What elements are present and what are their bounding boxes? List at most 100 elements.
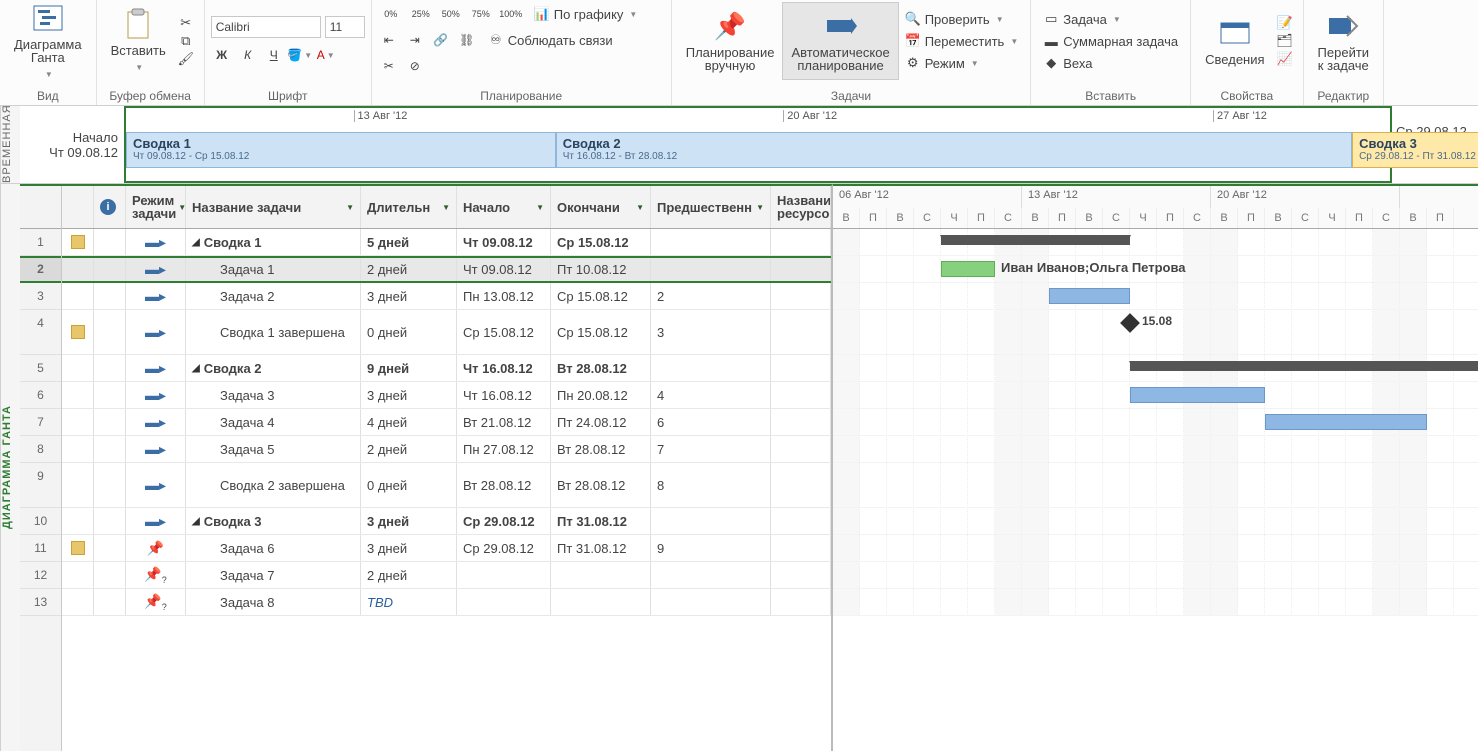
col-duration[interactable]: Длительн▼ <box>361 186 457 228</box>
row-number[interactable]: 4 <box>20 310 61 355</box>
row-number[interactable]: 3 <box>20 283 61 310</box>
format-painter-icon[interactable]: 🖌 <box>178 51 194 67</box>
bold-button[interactable]: Ж <box>211 44 233 66</box>
task-table[interactable]: i Режим задачи▼ Название задачи▼ Длитель… <box>62 186 831 751</box>
auto-mode-icon: ▬▸ <box>145 360 166 377</box>
split-button[interactable]: ✂ <box>378 55 400 77</box>
col-start[interactable]: Начало▼ <box>457 186 551 228</box>
table-row[interactable]: ▬▸Задача 23 днейПн 13.08.12Ср 15.08.122 <box>62 283 831 310</box>
pct-100-button[interactable]: 100% <box>498 3 524 25</box>
italic-button[interactable]: К <box>237 44 259 66</box>
pct-0-button[interactable]: 0% <box>378 3 404 25</box>
font-family-select[interactable] <box>211 16 321 38</box>
col-finish[interactable]: Окончани▼ <box>551 186 651 228</box>
gantt-body[interactable]: Иван Иванов;Ольга Петрова 15.08 <box>833 229 1478 616</box>
row-number[interactable]: 12 <box>20 562 61 589</box>
table-row[interactable]: ▬▸Сводка 2 завершена0 днейВт 28.08.12Вт … <box>62 463 831 508</box>
group-clipboard-title: Буфер обмена <box>103 87 198 105</box>
gantt-row[interactable] <box>833 382 1478 409</box>
paste-button[interactable]: Вставить▼ <box>103 2 174 80</box>
unlink-button[interactable]: ⛓ <box>456 29 478 51</box>
gantt-row[interactable] <box>833 562 1478 589</box>
gantt-row[interactable] <box>833 355 1478 382</box>
details-icon[interactable]: 🗂 <box>1277 33 1293 49</box>
main-area: ДИАГРАММА ГАНТА 12345678910111213 i Режи… <box>0 184 1478 751</box>
table-row[interactable]: ▬▸◢Сводка 33 днейСр 29.08.12Пт 31.08.12 <box>62 508 831 535</box>
row-number[interactable]: 9 <box>20 463 61 508</box>
gantt-chart-button[interactable]: Диаграмма Ганта▼ <box>6 2 90 80</box>
pct-75-button[interactable]: 75% <box>468 3 494 25</box>
gantt-row[interactable] <box>833 436 1478 463</box>
underline-button[interactable]: Ч <box>263 44 285 66</box>
table-row[interactable]: 📌?Задача 72 дней <box>62 562 831 589</box>
inactive-button[interactable]: ⊘ <box>404 55 426 77</box>
row-number[interactable]: 13 <box>20 589 61 616</box>
timeline-bar[interactable]: Сводка 1Чт 09.08.12 - Ср 15.08.12 <box>126 132 556 168</box>
row-number[interactable]: 7 <box>20 409 61 436</box>
gantt-row[interactable] <box>833 229 1478 256</box>
outdent-button[interactable]: ⇤ <box>378 29 400 51</box>
respect-links-button[interactable]: ♾Соблюдать связи <box>482 29 619 51</box>
col-name[interactable]: Название задачи▼ <box>186 186 361 228</box>
fill-color-button[interactable]: 🪣▼ <box>289 44 311 66</box>
col-resources[interactable]: Названи ресурсо <box>771 186 831 228</box>
link-button[interactable]: 🔗 <box>430 29 452 51</box>
summary-bar[interactable] <box>941 235 1130 245</box>
table-row[interactable]: ▬▸Задача 33 днейЧт 16.08.12Пн 20.08.124 <box>62 382 831 409</box>
timeline-bar[interactable]: Сводка 2Чт 16.08.12 - Вт 28.08.12 <box>556 132 1352 168</box>
milestone-marker[interactable] <box>1120 313 1140 333</box>
on-track-button: 📊По графику▼ <box>528 3 644 25</box>
information-button[interactable]: Сведения <box>1197 2 1272 80</box>
table-row[interactable]: ▬▸◢Сводка 29 днейЧт 16.08.12Вт 28.08.12 <box>62 355 831 382</box>
row-number[interactable]: 5 <box>20 355 61 382</box>
row-number[interactable]: 8 <box>20 436 61 463</box>
gantt-row[interactable] <box>833 283 1478 310</box>
summary-bar[interactable] <box>1130 361 1478 371</box>
row-number[interactable]: 11 <box>20 535 61 562</box>
table-row[interactable]: ▬▸◢Сводка 15 днейЧт 09.08.12Ср 15.08.12 <box>62 229 831 256</box>
inspect-button[interactable]: 🔍Проверить▼ <box>899 8 1025 30</box>
font-size-select[interactable] <box>325 16 365 38</box>
mode-button[interactable]: ⚙Режим▼ <box>899 52 1025 74</box>
row-number[interactable]: 6 <box>20 382 61 409</box>
timeline-body[interactable]: 13 Авг '1220 Авг '1227 Авг '12 Сводка 1Ч… <box>124 106 1392 183</box>
row-number[interactable]: 2 <box>20 256 61 283</box>
copy-icon[interactable]: ⧉ <box>178 33 194 49</box>
auto-schedule-button[interactable]: Автоматическое планирование <box>782 2 898 80</box>
row-number[interactable]: 10 <box>20 508 61 535</box>
gantt-row[interactable] <box>833 535 1478 562</box>
manual-schedule-button[interactable]: 📌 Планирование вручную <box>678 2 783 80</box>
gantt-row[interactable] <box>833 409 1478 436</box>
gantt-row[interactable]: Иван Иванов;Ольга Петрова <box>833 256 1478 283</box>
gantt-row[interactable] <box>833 508 1478 535</box>
notes-icon[interactable]: 📝 <box>1277 15 1293 31</box>
col-predecessors[interactable]: Предшественн▼ <box>651 186 771 228</box>
task-bar[interactable] <box>1049 288 1130 304</box>
task-bar[interactable] <box>1265 414 1427 430</box>
timeline-bar[interactable]: Сводка 3Ср 29.08.12 - Пт 31.08.12 <box>1352 132 1478 168</box>
gantt-row[interactable] <box>833 463 1478 508</box>
table-row[interactable]: ▬▸Задача 52 днейПн 27.08.12Вт 28.08.127 <box>62 436 831 463</box>
row-number[interactable]: 1 <box>20 229 61 256</box>
font-color-button[interactable]: A▼ <box>315 44 337 66</box>
task-bar[interactable] <box>1130 387 1265 403</box>
col-mode[interactable]: Режим задачи▼ <box>126 186 186 228</box>
table-row[interactable]: ▬▸Задача 44 днейВт 21.08.12Пт 24.08.126 <box>62 409 831 436</box>
indent-button[interactable]: ⇥ <box>404 29 426 51</box>
scroll-to-task-button[interactable]: Перейти к задаче <box>1310 2 1378 80</box>
cut-icon[interactable]: ✂ <box>178 15 194 31</box>
gantt-row[interactable] <box>833 589 1478 616</box>
pct-25-button[interactable]: 25% <box>408 3 434 25</box>
gantt-label: Диаграмма Ганта <box>14 38 82 64</box>
pct-50-button[interactable]: 50% <box>438 3 464 25</box>
col-indicator[interactable] <box>62 186 94 228</box>
table-row[interactable]: 📌?Задача 8TBD <box>62 589 831 616</box>
table-row[interactable]: ▬▸Задача 12 днейЧт 09.08.12Пт 10.08.12 <box>62 256 831 283</box>
gantt-row[interactable]: 15.08 <box>833 310 1478 355</box>
gantt-chart[interactable]: 06 Авг '1213 Авг '1220 Авг '12 ВПВСЧПСВП… <box>833 184 1478 751</box>
table-row[interactable]: 📌Задача 63 днейСр 29.08.12Пт 31.08.129 <box>62 535 831 562</box>
timeline-add-icon[interactable]: 📈 <box>1277 51 1293 67</box>
task-bar[interactable] <box>941 261 995 277</box>
table-row[interactable]: ▬▸Сводка 1 завершена0 днейСр 15.08.12Ср … <box>62 310 831 355</box>
col-info[interactable]: i <box>94 186 126 228</box>
